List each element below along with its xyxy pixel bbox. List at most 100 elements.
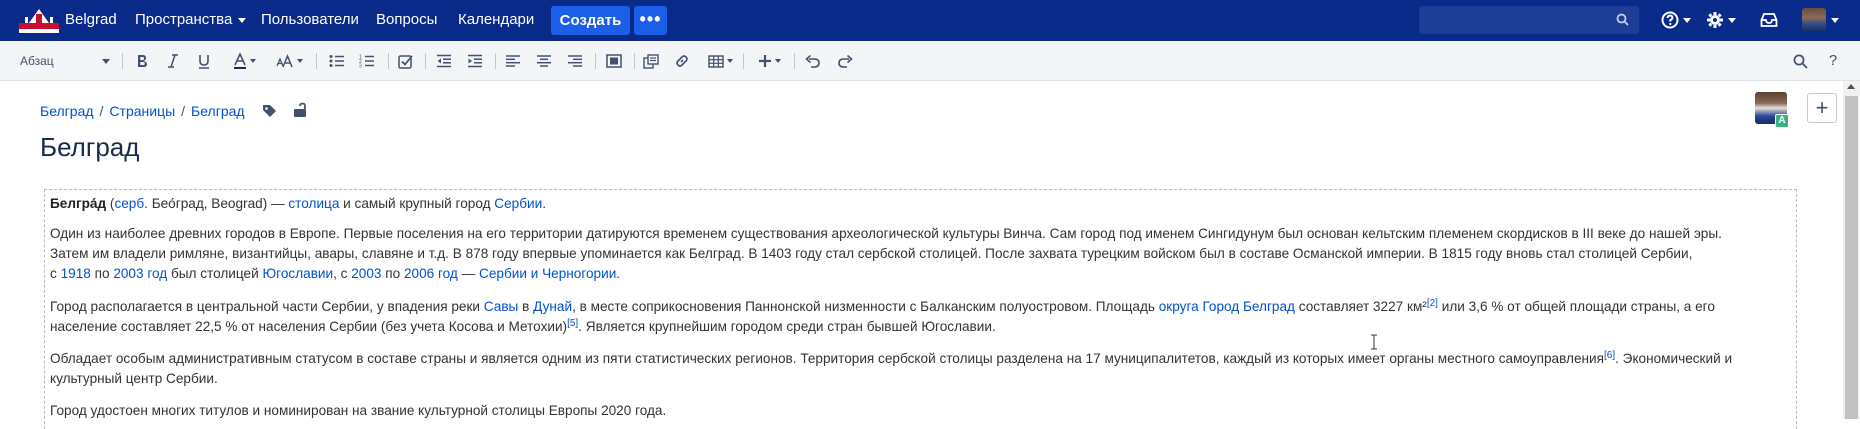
- editor-help-button[interactable]: ?: [1827, 51, 1839, 71]
- breadcrumb-item[interactable]: Белград: [40, 103, 94, 119]
- article-paragraph-3[interactable]: Город располагается в центральной части …: [50, 297, 1790, 337]
- insert-link-button[interactable]: [673, 51, 691, 71]
- toolbar-divider: [595, 53, 596, 69]
- chevron-down-icon: [102, 59, 110, 64]
- toolbar-divider: [634, 53, 635, 69]
- indent-icon: [468, 54, 482, 68]
- scroll-up-arrow-icon[interactable]: [1847, 84, 1855, 89]
- article-paragraph-5[interactable]: Город удостоен многих титулов и номиниро…: [50, 401, 1790, 421]
- page-layout-button[interactable]: [605, 51, 623, 71]
- user-avatar[interactable]: [1802, 8, 1826, 32]
- indent-button[interactable]: [467, 51, 483, 71]
- table-icon: [707, 54, 724, 68]
- editor-toolbar: Абзац 123 ?: [0, 41, 1860, 81]
- bullet-list-button[interactable]: [329, 51, 345, 71]
- text-span: по: [90, 266, 114, 281]
- serbia-montenegro-link[interactable]: Сербии и Черногории: [479, 266, 616, 281]
- danube-link[interactable]: Дунай: [533, 299, 572, 314]
- nav-calendars[interactable]: Календари: [458, 11, 534, 28]
- year-link[interactable]: 2006 год: [404, 266, 458, 281]
- notifications-button[interactable]: [1760, 8, 1778, 32]
- insert-table-button[interactable]: [705, 51, 735, 71]
- text-span: .: [542, 196, 546, 211]
- site-logo[interactable]: [19, 5, 59, 35]
- add-collaborator-button[interactable]: +: [1807, 93, 1837, 123]
- help-menu[interactable]: [1661, 8, 1691, 32]
- breadcrumb-item[interactable]: Страницы: [109, 103, 175, 119]
- create-button[interactable]: Создать: [551, 6, 630, 35]
- redo-button[interactable]: [836, 51, 854, 71]
- year-link[interactable]: 2003 год: [113, 266, 167, 281]
- chevron-down-icon: [1683, 17, 1691, 23]
- outdent-icon: [437, 54, 451, 68]
- article-paragraph-1[interactable]: Белгра́д (серб. Бео́град, Beograd) — сто…: [50, 194, 1790, 214]
- outdent-button[interactable]: [436, 51, 452, 71]
- chevron-down-icon: [1728, 17, 1736, 23]
- paragraph-style-select[interactable]: Абзац: [20, 51, 110, 71]
- text-line: с 1918 по 2003 год был столицей Югослави…: [50, 264, 1790, 284]
- insert-more-button[interactable]: [754, 51, 784, 71]
- align-left-button[interactable]: [505, 51, 521, 71]
- toolbar-divider: [794, 53, 795, 69]
- text-span: , с: [333, 266, 352, 281]
- task-list-button[interactable]: [397, 51, 413, 71]
- text-span: . Является крупнейшим городом среди стра…: [578, 319, 996, 334]
- year-link[interactable]: 2003: [351, 266, 381, 281]
- search-input[interactable]: [1419, 6, 1609, 34]
- sava-link[interactable]: Савы: [484, 299, 519, 314]
- align-right-icon: [568, 55, 582, 67]
- align-right-button[interactable]: [567, 51, 583, 71]
- chevron-down-icon[interactable]: [1831, 18, 1839, 23]
- redo-icon: [838, 54, 853, 68]
- find-replace-button[interactable]: [1791, 51, 1809, 71]
- nav-spaces-label: Пространства: [135, 11, 233, 28]
- search-box[interactable]: [1419, 6, 1639, 34]
- settings-menu[interactable]: [1706, 8, 1736, 32]
- link-icon: [676, 55, 688, 67]
- breadcrumb-item[interactable]: Белград: [191, 103, 245, 119]
- capital-link[interactable]: столица: [288, 196, 339, 211]
- text-span: Бео́град, Beograd) —: [147, 196, 289, 211]
- bold-button[interactable]: [134, 51, 150, 71]
- text-span: по: [381, 266, 404, 281]
- search-icon[interactable]: [1616, 13, 1629, 31]
- yugoslavia-link[interactable]: Югославии: [262, 266, 333, 281]
- checkbox-icon: [397, 54, 413, 69]
- label-tag-icon[interactable]: [262, 104, 277, 124]
- align-center-button[interactable]: [536, 51, 552, 71]
- nav-spaces-menu[interactable]: Пространства: [135, 11, 247, 28]
- language-link[interactable]: серб.: [114, 196, 147, 211]
- reference-link[interactable]: [2]: [1427, 298, 1438, 309]
- article-paragraph-4[interactable]: Обладает особым административным статусо…: [50, 349, 1790, 389]
- text-size-button[interactable]: [274, 51, 304, 71]
- article-term: Белгра́д: [50, 196, 107, 211]
- italic-button[interactable]: [166, 51, 180, 71]
- underline-icon: [199, 54, 209, 69]
- gear-icon: [1707, 12, 1723, 28]
- chevron-down-icon: [296, 59, 303, 64]
- scrollbar-thumb[interactable]: [1845, 96, 1858, 419]
- undo-button[interactable]: [804, 51, 822, 71]
- page-title[interactable]: Белград: [40, 132, 139, 163]
- more-create-button[interactable]: •••: [634, 6, 667, 35]
- chevron-down-icon: [249, 59, 256, 64]
- year-link[interactable]: 1918: [61, 266, 91, 281]
- text-span: Город располагается в центральной части …: [50, 299, 484, 314]
- text-color-button[interactable]: [228, 51, 260, 71]
- district-link[interactable]: округа Город Белград: [1159, 299, 1295, 314]
- text-line: Обладает особым административным статусо…: [50, 349, 1790, 369]
- insert-macro-button[interactable]: [642, 51, 660, 71]
- nav-people[interactable]: Пользователи: [261, 11, 359, 28]
- site-name[interactable]: Belgrad: [65, 11, 117, 28]
- numbered-list-button[interactable]: 123: [359, 51, 375, 71]
- undo-icon: [805, 54, 820, 68]
- text-line: Один из наиболее древних городов в Европ…: [50, 226, 1722, 241]
- country-link[interactable]: Сербии: [494, 196, 542, 211]
- top-navigation-bar: Belgrad Пространства Пользователи Вопрос…: [0, 0, 1860, 41]
- unlock-icon[interactable]: [293, 102, 307, 123]
- underline-button[interactable]: [196, 51, 212, 71]
- reference-link[interactable]: [6]: [1604, 350, 1615, 361]
- nav-questions[interactable]: Вопросы: [376, 11, 437, 28]
- article-paragraph-2[interactable]: Один из наиболее древних городов в Европ…: [50, 224, 1790, 284]
- reference-link[interactable]: [5]: [567, 318, 578, 329]
